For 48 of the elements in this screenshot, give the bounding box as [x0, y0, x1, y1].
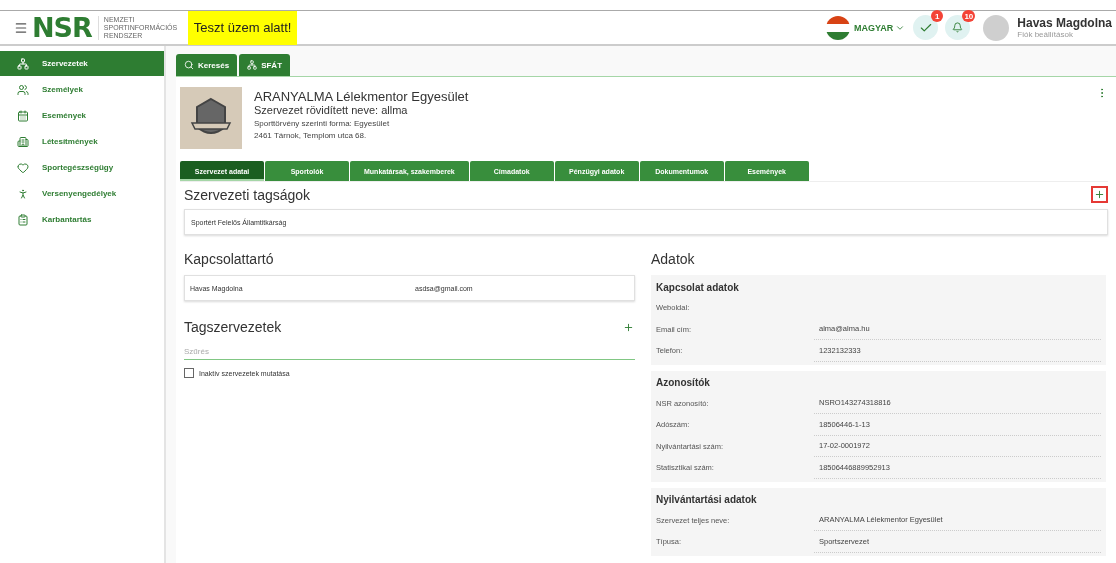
- flag-icon: [826, 15, 851, 40]
- sidebar-item[interactable]: Versenyengedélyek: [0, 181, 164, 206]
- user-name: Havas Magdolna: [1017, 16, 1112, 30]
- organization-short-name: Szervezet rövidített neve: allma: [254, 104, 409, 116]
- group-title: Kapcsolat adatok: [656, 280, 740, 295]
- person-icon: [17, 187, 29, 200]
- count-badge: 10: [962, 10, 976, 22]
- sidebar-item[interactable]: Létesítmények: [0, 129, 164, 154]
- avatar: [983, 14, 1010, 41]
- count-badge: 1: [931, 10, 944, 22]
- filter-field[interactable]: Szűrés: [184, 343, 635, 360]
- language-selector[interactable]: MAGYAR: [854, 22, 906, 33]
- logo-text: NSR: [32, 12, 92, 43]
- group-title: Azonosítók: [656, 376, 711, 390]
- section-title: Kapcsolattartó: [184, 251, 274, 267]
- menu-button[interactable]: [14, 20, 28, 35]
- emblem-placeholder: [180, 87, 242, 149]
- calendar-icon: [17, 109, 29, 122]
- checkbox[interactable]: [184, 368, 194, 378]
- sidebar-item[interactable]: Sportegészségügy: [0, 155, 164, 180]
- top-tab[interactable]: Keresés: [176, 54, 238, 76]
- tasks-button[interactable]: [913, 15, 939, 40]
- people-icon: [17, 83, 29, 96]
- sidebar-item[interactable]: Személyek: [0, 77, 164, 102]
- clipboard-icon: [17, 213, 29, 226]
- notifications-button[interactable]: [945, 15, 971, 40]
- search-icon: [184, 60, 194, 70]
- plus-icon: [623, 321, 634, 333]
- network-icon: [247, 60, 258, 70]
- account-settings-link[interactable]: Fiók beállítások: [1017, 30, 1112, 39]
- top-tab[interactable]: SFÁT: [239, 54, 291, 76]
- group-title: Nyilvántartási adatok: [656, 493, 758, 507]
- sidebar-item[interactable]: Szervezetek: [0, 51, 164, 76]
- section-title: Tagszervezetek: [184, 319, 282, 335]
- plus-icon: [1094, 189, 1105, 200]
- bell-icon: [952, 22, 964, 33]
- network-icon: [17, 57, 29, 70]
- organization-address: 2461 Tárnok, Templom utca 68.: [254, 131, 368, 140]
- section-title: Adatok: [651, 251, 695, 267]
- test-mode-banner: Teszt üzem alatt!: [187, 10, 298, 45]
- building-icon: [17, 135, 29, 148]
- heart-icon: [17, 161, 29, 174]
- sidebar-item[interactable]: Karbantartás: [0, 207, 164, 232]
- sidebar-item[interactable]: Események: [0, 103, 164, 128]
- organization-name: ARANYALMA Lélekmentor Egyesület: [254, 89, 470, 104]
- add-button[interactable]: [1091, 186, 1108, 203]
- legal-form: Sporttörvény szerinti forma: Egyesület: [254, 119, 391, 128]
- section-title: Szervezeti tagságok: [184, 186, 311, 203]
